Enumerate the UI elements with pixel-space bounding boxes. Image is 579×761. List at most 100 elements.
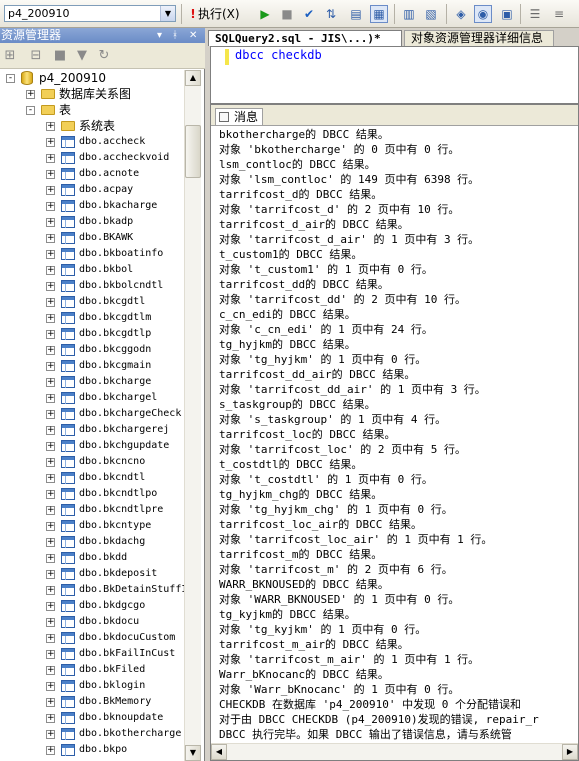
panel-options-icon[interactable]: ▾ [157, 28, 162, 43]
expand-icon[interactable]: + [46, 250, 55, 259]
expand-icon[interactable]: + [46, 474, 55, 483]
expand-icon[interactable]: + [46, 506, 55, 515]
expand-icon[interactable]: + [46, 266, 55, 275]
expand-icon[interactable]: + [46, 314, 55, 323]
message-line: 对象 'tarrifcost_loc_air' 的 1 页中有 1 行。 [219, 533, 493, 546]
code-line[interactable]: dbcc checkdb [235, 48, 322, 62]
query-options-button[interactable]: ▤ [347, 5, 365, 23]
sql-code-editor[interactable]: dbcc checkdb [210, 46, 579, 104]
pin-icon[interactable]: ᚼ [172, 28, 178, 43]
expand-icon[interactable]: + [46, 730, 55, 739]
expand-icon[interactable]: + [46, 442, 55, 451]
client-statistics-button[interactable]: ◉ [474, 5, 492, 23]
expand-icon[interactable]: + [46, 490, 55, 499]
expand-icon[interactable]: + [46, 634, 55, 643]
messages-output[interactable]: bkothercharge的 DBCC 结果。 对象 'bkothercharge… [219, 127, 578, 741]
execute-button[interactable]: 执行(X) [198, 5, 240, 23]
tree-node-label: dbo.bkchgupdate [79, 440, 170, 451]
expand-icon[interactable]: + [46, 122, 55, 131]
expand-icon[interactable]: + [46, 378, 55, 387]
collapse-icon[interactable]: - [6, 74, 15, 83]
expand-icon[interactable]: + [46, 394, 55, 403]
table-icon [61, 664, 75, 676]
indent-button[interactable]: ≡ [550, 5, 568, 23]
expand-icon[interactable]: + [46, 570, 55, 579]
expand-icon[interactable]: + [46, 682, 55, 691]
tree-node-label: dbo.bkdeposit [79, 568, 158, 579]
tab-messages[interactable]: 消息 [215, 108, 264, 125]
database-selector-value: p4_200910 [8, 7, 70, 20]
expand-icon[interactable]: + [46, 410, 55, 419]
expand-icon[interactable]: + [46, 298, 55, 307]
stop-icon[interactable]: ■ [52, 48, 68, 64]
expand-icon[interactable]: + [46, 522, 55, 531]
collapse-icon[interactable]: - [26, 106, 35, 115]
expand-icon[interactable]: + [46, 666, 55, 675]
scroll-left-arrow[interactable]: ◀ [211, 744, 227, 760]
expand-icon[interactable]: + [46, 746, 55, 755]
scroll-up-arrow[interactable]: ▲ [185, 70, 201, 86]
scroll-thumb[interactable] [185, 125, 201, 178]
expand-icon[interactable]: + [46, 554, 55, 563]
refresh-icon[interactable]: ↻ [96, 48, 112, 64]
expand-icon[interactable]: + [46, 698, 55, 707]
expand-icon[interactable]: + [46, 426, 55, 435]
tree-node-label: dbo.bknoupdate [79, 712, 164, 723]
expand-icon[interactable]: + [46, 186, 55, 195]
expand-icon[interactable]: + [46, 202, 55, 211]
message-line: 对象 'c_cn_edi' 的 1 页中有 24 行。 [219, 323, 433, 336]
close-icon[interactable]: ✕ [189, 28, 197, 43]
scroll-down-arrow[interactable]: ▼ [185, 745, 201, 761]
expand-icon[interactable]: + [46, 138, 55, 147]
expand-icon[interactable]: + [46, 602, 55, 611]
tree-node-label: dbo.bkcndtlpre [79, 504, 164, 515]
results-to-file-button[interactable]: ▧ [422, 5, 440, 23]
message-line: 对象 'WARR_BKNOUSED' 的 1 页中有 0 行。 [219, 593, 460, 606]
show-results-pane-button[interactable]: ▣ [498, 5, 516, 23]
comment-lines-button[interactable]: ☰ [526, 5, 544, 23]
tree-node-label: dbo.bkpo [79, 744, 128, 755]
debug-button[interactable]: ▶ [256, 5, 274, 23]
toolbar-separator [446, 4, 447, 24]
chevron-down-icon[interactable]: ▼ [160, 6, 175, 21]
stop-button[interactable]: ■ [278, 5, 296, 23]
table-icon [61, 296, 75, 308]
tab-sqlquery2[interactable]: SQLQuery2.sql - JIS\...)* [208, 30, 402, 46]
message-line: t_costdtl的 DBCC 结果。 [219, 458, 363, 471]
include-plan-button[interactable]: ◈ [452, 5, 470, 23]
tree-node-label: 表 [59, 103, 72, 117]
tab-object-explorer-details[interactable]: 对象资源管理器详细信息 [404, 30, 554, 46]
expand-icon[interactable]: + [46, 538, 55, 547]
expand-icon[interactable]: + [46, 714, 55, 723]
message-line: 对象 'tarrifcost_d_air' 的 1 页中有 3 行。 [219, 233, 480, 246]
expand-icon[interactable]: + [46, 362, 55, 371]
filter-icon[interactable]: ▼ [74, 48, 90, 64]
table-icon [61, 392, 75, 404]
expand-icon[interactable]: + [46, 234, 55, 243]
expand-icon[interactable]: + [26, 90, 35, 99]
expand-icon[interactable]: + [46, 170, 55, 179]
tree-vertical-scrollbar[interactable]: ▲ ▼ [184, 70, 201, 761]
expand-icon[interactable]: + [46, 618, 55, 627]
expand-icon[interactable]: + [46, 218, 55, 227]
expand-icon[interactable]: + [46, 586, 55, 595]
expand-icon[interactable]: + [46, 650, 55, 659]
scroll-right-arrow[interactable]: ▶ [562, 744, 578, 760]
parse-check-button[interactable]: ✔ [300, 5, 318, 23]
tree-node-label: dbo.accheckvoid [79, 152, 170, 163]
expand-icon[interactable]: + [46, 458, 55, 467]
object-explorer-title: 资源管理器 [1, 28, 62, 42]
results-horizontal-scrollbar[interactable]: ◀ ▶ [211, 743, 578, 760]
expand-icon[interactable]: + [46, 330, 55, 339]
results-to-text-button[interactable]: ▥ [400, 5, 418, 23]
display-plan-button[interactable]: ⇅ [322, 5, 340, 23]
connect-icon[interactable]: ⊞ [2, 48, 18, 64]
tree-node-label: dbo.accheck [79, 136, 146, 147]
expand-icon[interactable]: + [46, 154, 55, 163]
expand-icon[interactable]: + [46, 282, 55, 291]
disconnect-icon[interactable]: ⊟ [28, 48, 44, 64]
message-line: 对象 'tg_hyjkm' 的 1 页中有 0 行。 [219, 353, 427, 366]
database-selector[interactable]: p4_200910 ▼ [4, 5, 176, 22]
results-to-grid-button[interactable]: ▦ [370, 5, 388, 23]
expand-icon[interactable]: + [46, 346, 55, 355]
